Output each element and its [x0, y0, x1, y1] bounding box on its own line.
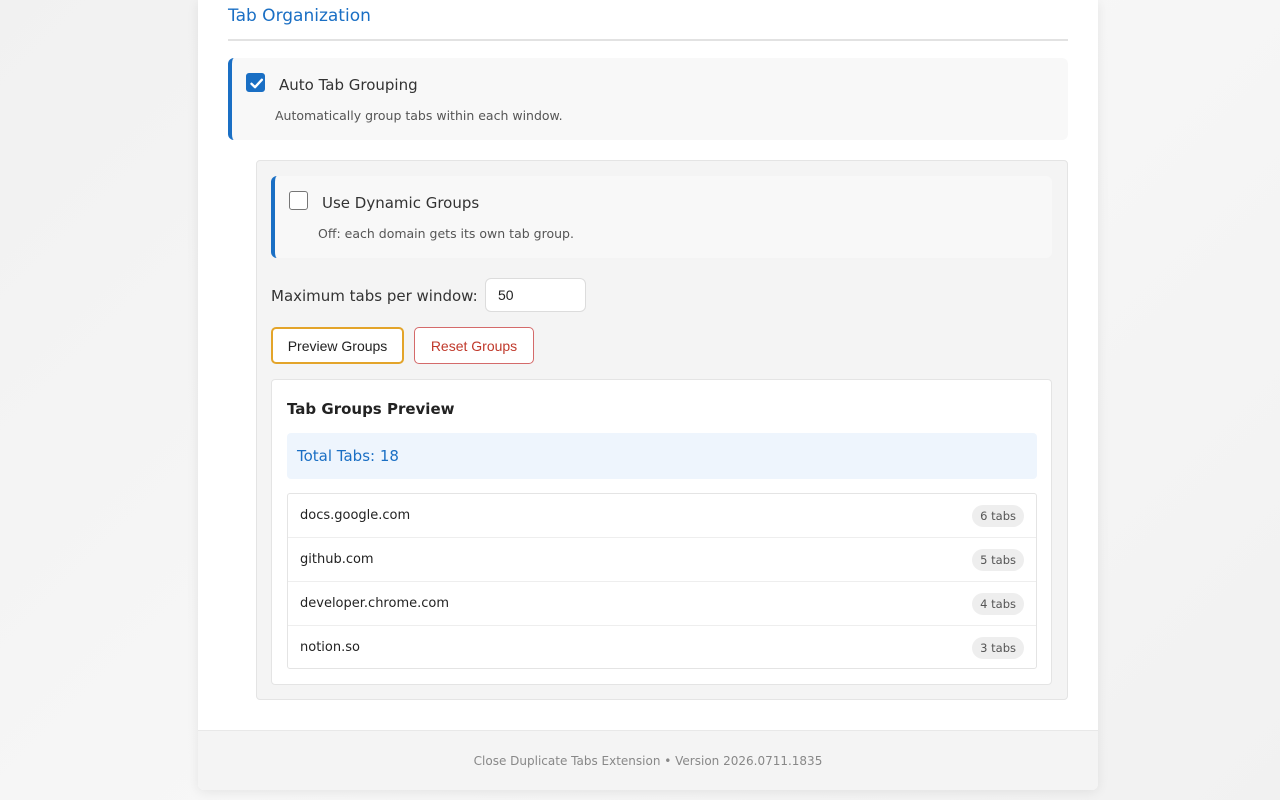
domain-name: notion.so: [300, 640, 360, 655]
preview-title: Tab Groups Preview: [287, 400, 455, 418]
footer-version-text: Close Duplicate Tabs Extension • Version…: [473, 753, 823, 768]
dynamic-groups-checkbox[interactable]: [289, 191, 308, 210]
auto-tab-grouping-checkbox[interactable]: [246, 73, 265, 92]
max-tabs-label: Maximum tabs per window:: [271, 287, 478, 305]
list-item: notion.so 3 tabs: [288, 626, 1036, 670]
total-tabs-bar: Total Tabs: 18: [287, 433, 1037, 479]
auto-tab-grouping-description: Automatically group tabs within each win…: [275, 108, 563, 123]
list-item: docs.google.com 6 tabs: [288, 494, 1036, 538]
preview-groups-button[interactable]: Preview Groups: [271, 327, 404, 364]
tab-count-badge: 4 tabs: [972, 593, 1024, 615]
tab-count-badge: 5 tabs: [972, 549, 1024, 571]
dynamic-groups-description: Off: each domain gets its own tab group.: [318, 226, 574, 241]
auto-tab-grouping-option: Auto Tab Grouping Automatically group ta…: [228, 58, 1068, 140]
domain-name: docs.google.com: [300, 508, 411, 523]
list-item: developer.chrome.com 4 tabs: [288, 582, 1036, 626]
checkmark-icon: [250, 78, 263, 89]
dynamic-groups-label[interactable]: Use Dynamic Groups: [322, 194, 479, 212]
max-tabs-input[interactable]: [485, 278, 586, 312]
domain-name: github.com: [300, 552, 374, 567]
domain-group-list: docs.google.com 6 tabs github.com 5 tabs…: [287, 493, 1037, 669]
section-title: Tab Organization: [228, 6, 371, 26]
settings-panel: Tab Organization Auto Tab Grouping Autom…: [198, 0, 1098, 790]
list-item: github.com 5 tabs: [288, 538, 1036, 582]
footer: Close Duplicate Tabs Extension • Version…: [198, 730, 1098, 790]
total-tabs-text: Total Tabs: 18: [297, 447, 399, 465]
auto-tab-grouping-label[interactable]: Auto Tab Grouping: [279, 76, 418, 94]
domain-name: developer.chrome.com: [300, 596, 449, 611]
reset-groups-button[interactable]: Reset Groups: [414, 327, 534, 364]
tab-count-badge: 3 tabs: [972, 637, 1024, 659]
dynamic-groups-option: Use Dynamic Groups Off: each domain gets…: [271, 176, 1052, 258]
tab-count-badge: 6 tabs: [972, 505, 1024, 527]
section-divider: [228, 39, 1068, 41]
tab-groups-preview: Tab Groups Preview Total Tabs: 18 docs.g…: [271, 379, 1052, 685]
